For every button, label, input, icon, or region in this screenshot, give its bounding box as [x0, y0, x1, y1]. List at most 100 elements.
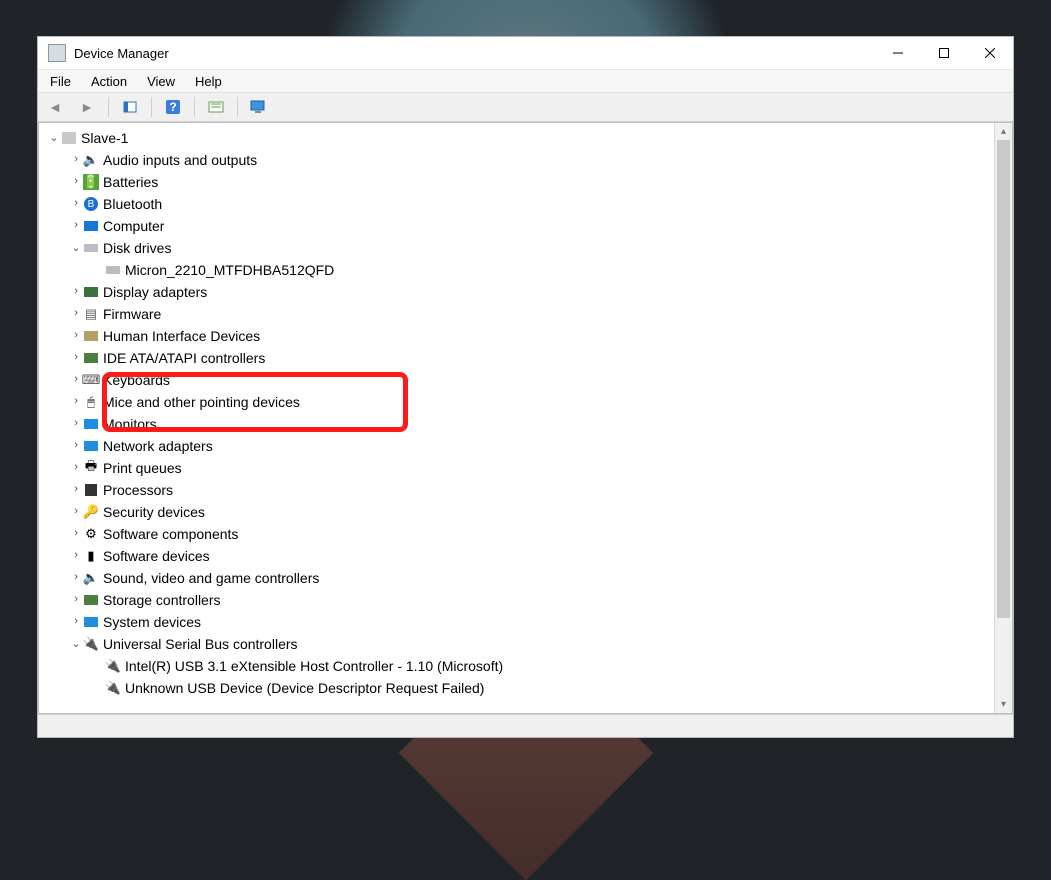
expand-icon[interactable]: › — [69, 506, 83, 518]
tree-item-label: Sound, video and game controllers — [103, 570, 319, 586]
tree-item-label: Universal Serial Bus controllers — [103, 636, 298, 652]
tree-item-processors[interactable]: › Processors — [43, 479, 994, 501]
arrow-right-icon: ► — [80, 99, 94, 115]
expand-icon[interactable]: › — [69, 286, 83, 298]
expand-icon[interactable]: › — [69, 594, 83, 606]
tree-item-hid[interactable]: › Human Interface Devices — [43, 325, 994, 347]
expand-icon[interactable]: › — [69, 616, 83, 628]
tree-item-usb-intel[interactable]: 🔌 Intel(R) USB 3.1 eXtensible Host Contr… — [43, 655, 994, 677]
computer-root-icon — [61, 130, 77, 146]
menu-file[interactable]: File — [40, 72, 81, 91]
expand-icon[interactable]: › — [69, 484, 83, 496]
scroll-down-icon[interactable]: ▾ — [995, 696, 1012, 713]
tree-item-monitors[interactable]: › Monitors — [43, 413, 994, 435]
vertical-scrollbar[interactable]: ▴ ▾ — [994, 123, 1012, 713]
expand-icon[interactable]: › — [69, 462, 83, 474]
tree-item-label: Mice and other pointing devices — [103, 394, 300, 410]
tree-item-firmware[interactable]: › ▤ Firmware — [43, 303, 994, 325]
tree-item-storage[interactable]: › Storage controllers — [43, 589, 994, 611]
view-options-button[interactable] — [117, 95, 143, 119]
app-icon — [48, 44, 66, 62]
display-adapter-icon — [83, 284, 99, 300]
tree-item-sound[interactable]: › 🔈 Sound, video and game controllers — [43, 567, 994, 589]
tree-item-print[interactable]: › 🖶 Print queues — [43, 457, 994, 479]
scan-button[interactable] — [203, 95, 229, 119]
tree-item-label: Disk drives — [103, 240, 171, 256]
close-button[interactable] — [967, 37, 1013, 69]
help-button[interactable]: ? — [160, 95, 186, 119]
tree-item-bluetooth[interactable]: › B Bluetooth — [43, 193, 994, 215]
toolbar-separator — [194, 97, 195, 117]
tree-item-security[interactable]: › 🔑 Security devices — [43, 501, 994, 523]
scrollbar-track[interactable] — [997, 140, 1010, 696]
scrollbar-thumb[interactable] — [997, 140, 1010, 618]
tree-item-system[interactable]: › System devices — [43, 611, 994, 633]
collapse-icon[interactable]: ⌄ — [47, 131, 61, 145]
tree-item-computer[interactable]: › Computer — [43, 215, 994, 237]
toolbar: ◄ ► ? — [38, 93, 1013, 122]
toolbar-separator — [237, 97, 238, 117]
minimize-button[interactable] — [875, 37, 921, 69]
expand-icon[interactable]: › — [69, 528, 83, 540]
expand-icon[interactable]: › — [69, 440, 83, 452]
tree-item-mice[interactable]: › 🖱 Mice and other pointing devices — [43, 391, 994, 413]
scroll-up-icon[interactable]: ▴ — [995, 123, 1012, 140]
disk-drive-icon — [105, 262, 121, 278]
maximize-button[interactable] — [921, 37, 967, 69]
tree-item-label: System devices — [103, 614, 201, 630]
expand-icon[interactable]: › — [69, 352, 83, 364]
back-button[interactable]: ◄ — [42, 95, 68, 119]
tree-item-label: Network adapters — [103, 438, 213, 454]
expand-icon[interactable]: › — [69, 308, 83, 320]
expand-icon[interactable]: › — [69, 550, 83, 562]
expand-icon[interactable]: › — [69, 154, 83, 166]
printer-icon: 🖶 — [83, 460, 99, 476]
expand-icon[interactable]: › — [69, 198, 83, 210]
expand-icon[interactable]: › — [69, 418, 83, 430]
device-manager-window: Device Manager File Action View Help ◄ ►… — [38, 37, 1013, 737]
menu-help[interactable]: Help — [185, 72, 232, 91]
tree-item-network[interactable]: › Network adapters — [43, 435, 994, 457]
menubar: File Action View Help — [38, 69, 1013, 93]
tree-item-display[interactable]: › Display adapters — [43, 281, 994, 303]
tree-item-audio[interactable]: › 🔈 Audio inputs and outputs — [43, 149, 994, 171]
titlebar[interactable]: Device Manager — [38, 37, 1013, 69]
forward-button[interactable]: ► — [74, 95, 100, 119]
device-tree[interactable]: ⌄ Slave-1 › 🔈 Audio inputs and outputs ›… — [39, 123, 994, 713]
tree-item-usb[interactable]: ⌄ 🔌 Universal Serial Bus controllers — [43, 633, 994, 655]
tree-item-swdev[interactable]: › ▮ Software devices — [43, 545, 994, 567]
tree-item-swcomp[interactable]: › ⚙ Software components — [43, 523, 994, 545]
expand-icon[interactable]: › — [69, 572, 83, 584]
tree-root[interactable]: ⌄ Slave-1 — [43, 127, 994, 149]
window-title: Device Manager — [74, 46, 875, 61]
menu-view[interactable]: View — [137, 72, 185, 91]
collapse-icon[interactable]: ⌄ — [69, 241, 83, 255]
toolbar-separator — [108, 97, 109, 117]
tree-item-label: Print queues — [103, 460, 182, 476]
tree-item-usb-unknown[interactable]: 🔌 Unknown USB Device (Device Descriptor … — [43, 677, 994, 699]
expand-icon[interactable]: › — [69, 176, 83, 188]
menu-action[interactable]: Action — [81, 72, 137, 91]
tree-item-label: Display adapters — [103, 284, 207, 300]
tree-item-disk-micron[interactable]: Micron_2210_MTFDHBA512QFD — [43, 259, 994, 281]
tree-item-ide[interactable]: › IDE ATA/ATAPI controllers — [43, 347, 994, 369]
tree-item-batteries[interactable]: › 🔋 Batteries — [43, 171, 994, 193]
tree-item-label: Software devices — [103, 548, 210, 564]
expand-icon[interactable]: › — [69, 396, 83, 408]
collapse-icon[interactable]: ⌄ — [69, 637, 83, 651]
tree-item-label: Software components — [103, 526, 238, 542]
tree-item-label: Intel(R) USB 3.1 eXtensible Host Control… — [125, 658, 503, 674]
usb-icon: 🔌 — [105, 658, 121, 674]
battery-icon: 🔋 — [83, 174, 99, 190]
tree-item-label: Bluetooth — [103, 196, 162, 212]
keyboard-icon: ⌨ — [83, 372, 99, 388]
expand-icon[interactable]: › — [69, 330, 83, 342]
tree-item-label: Processors — [103, 482, 173, 498]
tree-item-keyboards[interactable]: › ⌨ Keyboards — [43, 369, 994, 391]
disk-drive-icon — [83, 240, 99, 256]
expand-icon[interactable]: › — [69, 220, 83, 232]
software-devices-icon: ▮ — [83, 548, 99, 564]
tree-item-label: Monitors — [103, 416, 157, 432]
properties-button[interactable] — [246, 95, 272, 119]
tree-item-disk-drives[interactable]: ⌄ Disk drives — [43, 237, 994, 259]
